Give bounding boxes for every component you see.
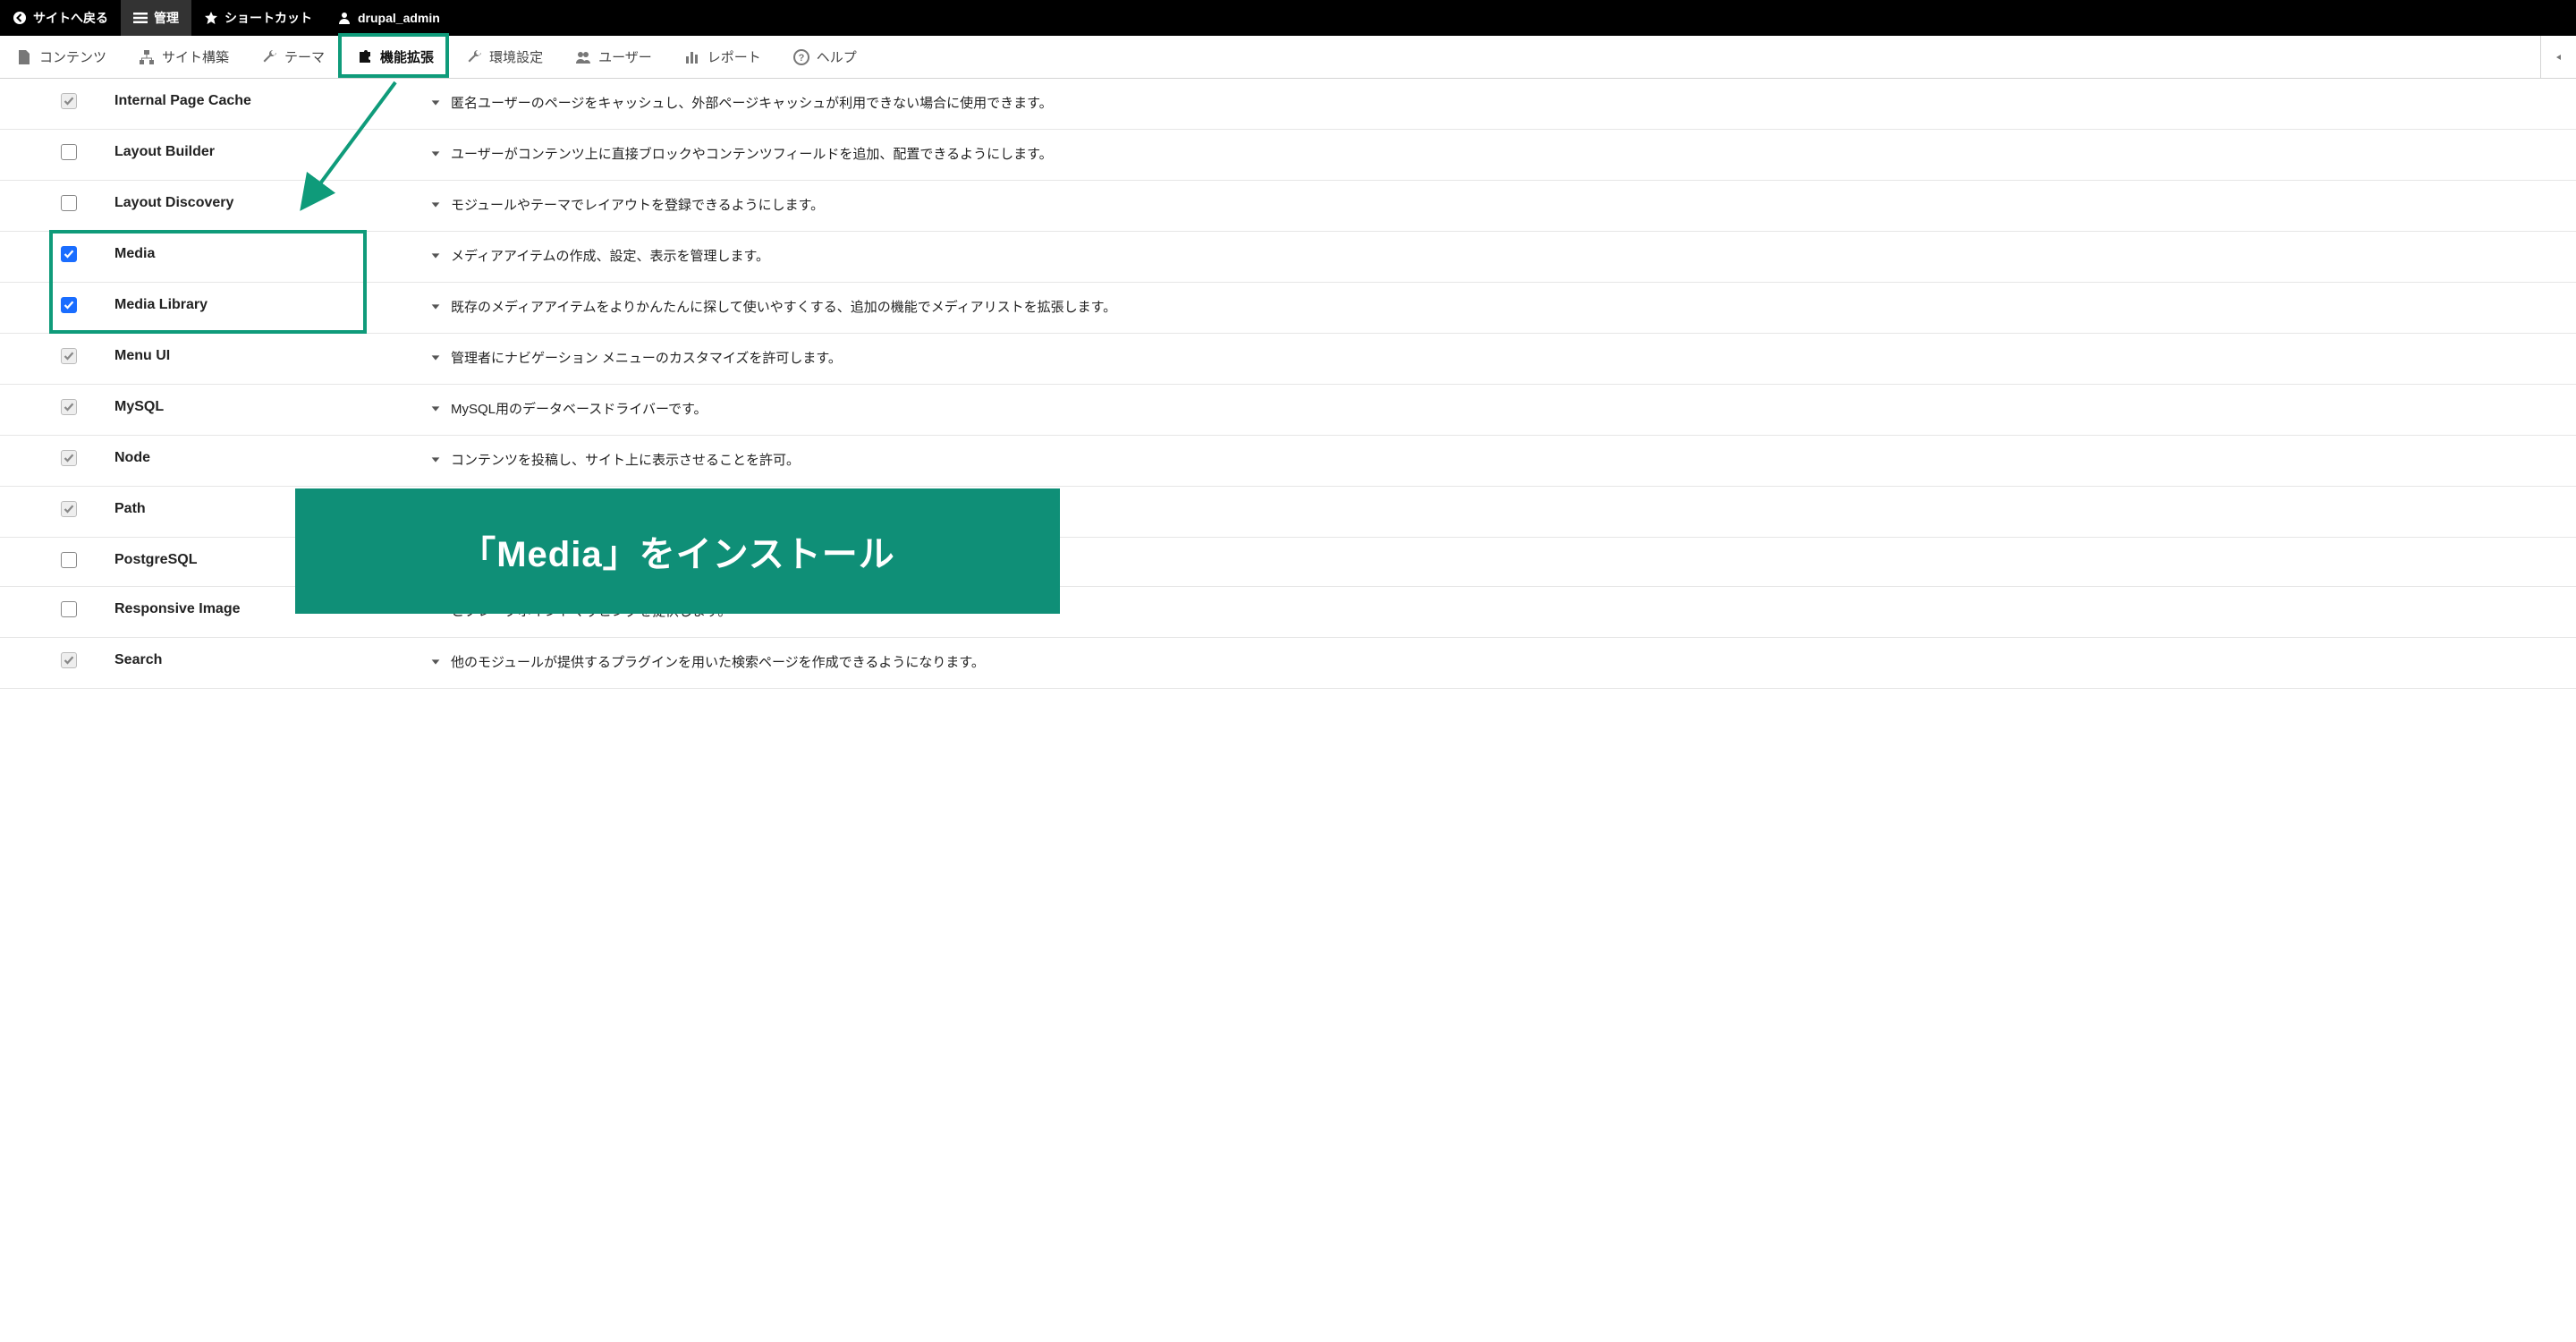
chevron-down-icon[interactable] xyxy=(429,652,442,668)
module-name: Search xyxy=(107,638,429,683)
module-row-layout-builder: Layout Builder ユーザーがコンテンツ上に直接ブロックやコンテンツフィ… xyxy=(0,130,2576,181)
bars-icon xyxy=(684,49,700,65)
structure-icon xyxy=(139,49,155,65)
tab-help-label: ヘルプ xyxy=(817,47,857,66)
annotation-banner-text: 「Media」をインストール xyxy=(460,525,895,577)
module-desc: 他のモジュールが提供するプラグインを用いた検索ページを作成できるようになります。 xyxy=(451,652,2540,674)
module-row-search: Search 他のモジュールが提供するプラグインを用いた検索ページを作成できるよう… xyxy=(0,638,2576,689)
module-checkbox-layout-discovery[interactable] xyxy=(61,195,77,211)
module-row-node: Node コンテンツを投稿し、サイト上に表示させることを許可。 xyxy=(0,436,2576,487)
star-icon xyxy=(204,11,218,25)
module-desc: コンテンツを投稿し、サイト上に表示させることを許可。 xyxy=(451,450,2540,471)
module-row-menu-ui: Menu UI 管理者にナビゲーション メニューのカスタマイズを許可します。 xyxy=(0,334,2576,385)
module-row-layout-discovery: Layout Discovery モジュールやテーマでレイアウトを登録できるように… xyxy=(0,181,2576,232)
puzzle-icon xyxy=(357,49,373,65)
module-list: Internal Page Cache 匿名ユーザーのページをキャッシュし、外部ペ… xyxy=(0,79,2576,725)
module-desc: 匿名ユーザーのページをキャッシュし、外部ページキャッシュが利用できない場合に使用… xyxy=(451,93,2540,115)
user-menu[interactable]: drupal_admin xyxy=(325,0,453,36)
module-row-media-library: Media Library 既存のメディアアイテムをよりかんたんに探して使いやすく… xyxy=(0,283,2576,334)
tab-people[interactable]: ユーザー xyxy=(559,36,668,79)
arrow-left-icon xyxy=(13,11,27,25)
collapse-icon xyxy=(2552,50,2566,64)
tab-config[interactable]: 環境設定 xyxy=(450,36,559,79)
tab-people-label: ユーザー xyxy=(598,47,652,66)
module-name: Layout Builder xyxy=(107,130,429,174)
module-desc: 既存のメディアアイテムをよりかんたんに探して使いやすくする、追加の機能でメディア… xyxy=(451,297,2540,319)
module-desc: メディアアイテムの作成、設定、表示を管理します。 xyxy=(451,246,2540,268)
collapse-toolbar[interactable] xyxy=(2540,36,2576,79)
file-icon xyxy=(16,49,32,65)
chevron-down-icon[interactable] xyxy=(429,195,442,211)
module-name: Layout Discovery xyxy=(107,181,429,225)
tab-config-label: 環境設定 xyxy=(489,47,543,66)
hamburger-icon xyxy=(133,11,148,25)
tab-structure[interactable]: サイト構築 xyxy=(123,36,245,79)
module-name: Menu UI xyxy=(107,334,429,378)
people-icon xyxy=(575,49,591,65)
chevron-down-icon[interactable] xyxy=(429,144,442,160)
module-checkbox-node xyxy=(61,450,77,466)
module-checkbox-responsive-image[interactable] xyxy=(61,601,77,617)
module-name: MySQL xyxy=(107,385,429,429)
manage-label: 管理 xyxy=(154,9,179,27)
chevron-down-icon[interactable] xyxy=(429,399,442,415)
tab-extend-label: 機能拡張 xyxy=(380,47,434,66)
chevron-down-icon[interactable] xyxy=(429,450,442,466)
tab-structure-label: サイト構築 xyxy=(162,47,229,66)
person-icon xyxy=(337,11,352,25)
wrench-icon xyxy=(261,49,277,65)
tab-reports-label: レポート xyxy=(708,47,761,66)
module-row-media: Media メディアアイテムの作成、設定、表示を管理します。 xyxy=(0,232,2576,283)
tab-help[interactable]: ? ヘルプ xyxy=(777,36,873,79)
module-checkbox-postgresql[interactable] xyxy=(61,552,77,568)
module-desc: 管理者にナビゲーション メニューのカスタマイズを許可します。 xyxy=(451,348,2540,369)
module-checkbox-menu-ui xyxy=(61,348,77,364)
svg-text:?: ? xyxy=(798,53,804,64)
tab-appearance[interactable]: テーマ xyxy=(245,36,341,79)
module-row-mysql: MySQL MySQL用のデータベースドライバーです。 xyxy=(0,385,2576,436)
annotation-banner: 「Media」をインストール xyxy=(295,488,1060,614)
module-name: Media Library xyxy=(107,283,429,327)
chevron-down-icon[interactable] xyxy=(429,246,442,262)
back-to-site[interactable]: サイトへ戻る xyxy=(0,0,121,36)
module-checkbox-mysql xyxy=(61,399,77,415)
module-name: Internal Page Cache xyxy=(107,79,429,123)
user-label: drupal_admin xyxy=(358,11,440,25)
wrench2-icon xyxy=(466,49,482,65)
module-checkbox-path xyxy=(61,501,77,517)
chevron-down-icon[interactable] xyxy=(429,297,442,313)
module-name: Node xyxy=(107,436,429,480)
module-checkbox-media[interactable] xyxy=(61,246,77,262)
admin-nav: コンテンツ サイト構築 テーマ 機能拡張 環境設定 ユーザー レポート ? ヘル xyxy=(0,36,2576,79)
tab-extend[interactable]: 機能拡張 xyxy=(341,36,450,79)
module-desc: MySQL用のデータベースドライバーです。 xyxy=(451,399,2540,420)
module-desc: ユーザーがコンテンツ上に直接ブロックやコンテンツフィールドを追加、配置できるよう… xyxy=(451,144,2540,166)
chevron-down-icon[interactable] xyxy=(429,93,442,109)
module-checkbox-media-library[interactable] xyxy=(61,297,77,313)
topbar: サイトへ戻る 管理 ショートカット drupal_admin xyxy=(0,0,2576,36)
module-name: Media xyxy=(107,232,429,276)
question-icon: ? xyxy=(793,49,809,65)
chevron-down-icon[interactable] xyxy=(429,348,442,364)
tab-content[interactable]: コンテンツ xyxy=(0,36,123,79)
shortcuts[interactable]: ショートカット xyxy=(191,0,325,36)
module-row-internal-page-cache: Internal Page Cache 匿名ユーザーのページをキャッシュし、外部ペ… xyxy=(0,79,2576,130)
tab-content-label: コンテンツ xyxy=(39,47,106,66)
back-to-site-label: サイトへ戻る xyxy=(33,9,108,27)
tab-reports[interactable]: レポート xyxy=(668,36,777,79)
module-checkbox-internal-page-cache xyxy=(61,93,77,109)
module-desc: モジュールやテーマでレイアウトを登録できるようにします。 xyxy=(451,195,2540,217)
module-checkbox-layout-builder[interactable] xyxy=(61,144,77,160)
manage-toggle[interactable]: 管理 xyxy=(121,0,191,36)
shortcuts-label: ショートカット xyxy=(225,9,312,27)
tab-appearance-label: テーマ xyxy=(284,47,325,66)
module-checkbox-search xyxy=(61,652,77,668)
